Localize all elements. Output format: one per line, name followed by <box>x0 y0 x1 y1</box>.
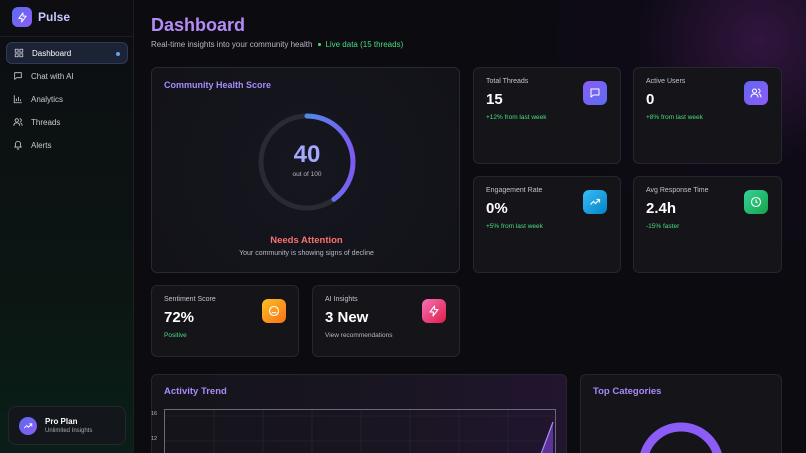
brand[interactable]: Pulse <box>12 6 70 28</box>
engagement-rate-card[interactable]: Engagement Rate 0% +5% from last week <box>473 176 621 273</box>
health-score: 40 <box>293 141 321 168</box>
sidebar-item-analytics[interactable]: Analytics <box>6 88 128 110</box>
y-tick-label: 12 <box>151 436 158 442</box>
stat-value: 15 <box>486 91 503 108</box>
sidebar-divider <box>0 36 134 37</box>
total-threads-card[interactable]: Total Threads 15 +12% from last week <box>473 67 621 164</box>
live-dot <box>318 43 322 46</box>
stat-title: Total Threads <box>486 78 529 85</box>
stat-value: 72% <box>164 309 195 326</box>
stat-value: 0 <box>646 91 655 108</box>
active-users-card[interactable]: Active Users 0 +8% from last week <box>633 67 782 164</box>
active-indicator <box>116 52 120 56</box>
plan-title: Pro Plan <box>45 417 78 426</box>
stat-value: 0% <box>486 200 508 217</box>
sidebar-item-label: Analytics <box>31 94 64 104</box>
sidebar-item-chat[interactable]: Chat with AI <box>6 65 128 87</box>
stat-title: Active Users <box>646 78 686 85</box>
page-subtitle: Real-time insights into your community h… <box>151 40 403 49</box>
brand-name: Pulse <box>38 10 71 24</box>
plan-subtitle: Unlimited Insights <box>45 428 93 434</box>
users-icon <box>744 81 768 105</box>
chat-icon <box>12 71 23 82</box>
trending-up-icon <box>19 416 37 435</box>
health-title: Community Health Score <box>164 80 272 90</box>
page-title: Dashboard <box>151 15 246 35</box>
bar-chart-icon <box>12 94 23 105</box>
sidebar-item-label: Chat with AI <box>31 71 74 81</box>
message-icon <box>583 81 607 105</box>
sidebar-item-label: Dashboard <box>32 48 72 58</box>
y-tick-label: 16 <box>151 411 158 417</box>
bell-icon <box>12 140 23 151</box>
smile-icon <box>262 299 286 323</box>
sidebar-item-alerts[interactable]: Alerts <box>6 134 128 156</box>
stat-title: Sentiment Score <box>164 296 216 303</box>
health-description: Your community is showing signs of decli… <box>239 250 374 257</box>
subtitle-text: Real-time insights into your community h… <box>151 40 313 49</box>
avg-response-time-card[interactable]: Avg Response Time 2.4h -15% faster <box>633 176 782 273</box>
users-icon <box>12 117 23 128</box>
stat-title: AI Insights <box>325 296 358 303</box>
sidebar: Pulse Dashboard Chat with AI Analytics T… <box>0 0 134 453</box>
activity-area <box>541 422 553 453</box>
app: Pulse Dashboard Chat with AI Analytics T… <box>0 0 806 453</box>
top-categories-card: Top Categories <box>580 374 782 453</box>
stat-value: 3 New <box>325 309 369 326</box>
sentiment-score-card[interactable]: Sentiment Score 72% Positive <box>151 285 299 357</box>
activity-title: Activity Trend <box>164 386 227 397</box>
grid-icon <box>13 48 24 59</box>
trending-up-icon <box>583 190 607 214</box>
stat-trend: +12% from last week <box>486 114 547 121</box>
health-gauge: 40 out of 100 <box>255 110 359 214</box>
stat-value: 2.4h <box>646 200 677 217</box>
community-health-card: Community Health Score 40 out of 100 Nee… <box>151 67 460 273</box>
stat-trend: Positive <box>164 332 187 339</box>
activity-plot: 16 12 <box>151 409 557 453</box>
sidebar-item-label: Threads <box>31 117 61 127</box>
stat-title: Avg Response Time <box>646 187 709 194</box>
activity-trend-card: Activity Trend 16 12 <box>151 374 567 453</box>
stat-trend: +8% from last week <box>646 114 703 121</box>
live-data-badge: Live data (15 threads) <box>318 40 403 49</box>
health-out-of: out of 100 <box>292 171 322 178</box>
plan-text: Pro Plan Unlimited Insights <box>45 417 92 434</box>
stat-trend: -15% faster <box>646 223 680 230</box>
sidebar-item-threads[interactable]: Threads <box>6 111 128 133</box>
zap-icon <box>12 7 32 27</box>
categories-donut <box>640 422 722 453</box>
sidebar-item-label: Alerts <box>31 140 52 150</box>
pro-plan-card[interactable]: Pro Plan Unlimited Insights <box>8 406 126 445</box>
health-status: Needs Attention <box>270 235 343 246</box>
clock-icon <box>744 190 768 214</box>
zap-icon <box>422 299 446 323</box>
sidebar-nav: Dashboard Chat with AI Analytics Threads… <box>6 42 128 157</box>
sidebar-item-dashboard[interactable]: Dashboard <box>6 42 128 64</box>
live-data-label: Live data (15 threads) <box>325 40 404 49</box>
stat-link[interactable]: View recommendations <box>325 332 392 339</box>
stat-title: Engagement Rate <box>486 187 543 194</box>
stat-trend: +5% from last week <box>486 223 543 230</box>
ai-insights-card[interactable]: AI Insights 3 New View recommendations <box>312 285 460 357</box>
